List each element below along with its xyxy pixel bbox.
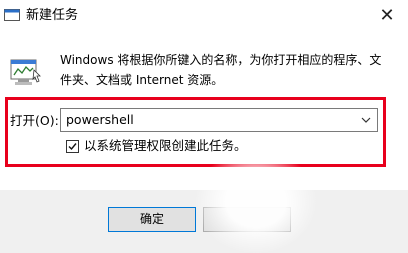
close-icon[interactable]: ✕ [370, 2, 404, 30]
description-text: Windows 将根据你所键入的名称，为你打开相应的程序、文件夹、文档或 Int… [60, 53, 382, 87]
open-combobox[interactable]: powershell [60, 108, 378, 132]
window-title: 新建任务 [26, 8, 79, 23]
admin-checkbox[interactable] [66, 140, 79, 153]
run-dialog-icon [4, 9, 20, 21]
watermark-overlay [196, 150, 316, 253]
checkmark-icon [68, 143, 77, 151]
title-bar: 新建任务 ✕ [0, 0, 408, 33]
ok-button[interactable]: 确定 [108, 207, 196, 232]
open-label: 打开(O): [10, 113, 59, 128]
run-program-icon [10, 59, 41, 85]
open-input[interactable]: powershell [66, 111, 134, 129]
chevron-down-icon[interactable] [359, 113, 373, 127]
